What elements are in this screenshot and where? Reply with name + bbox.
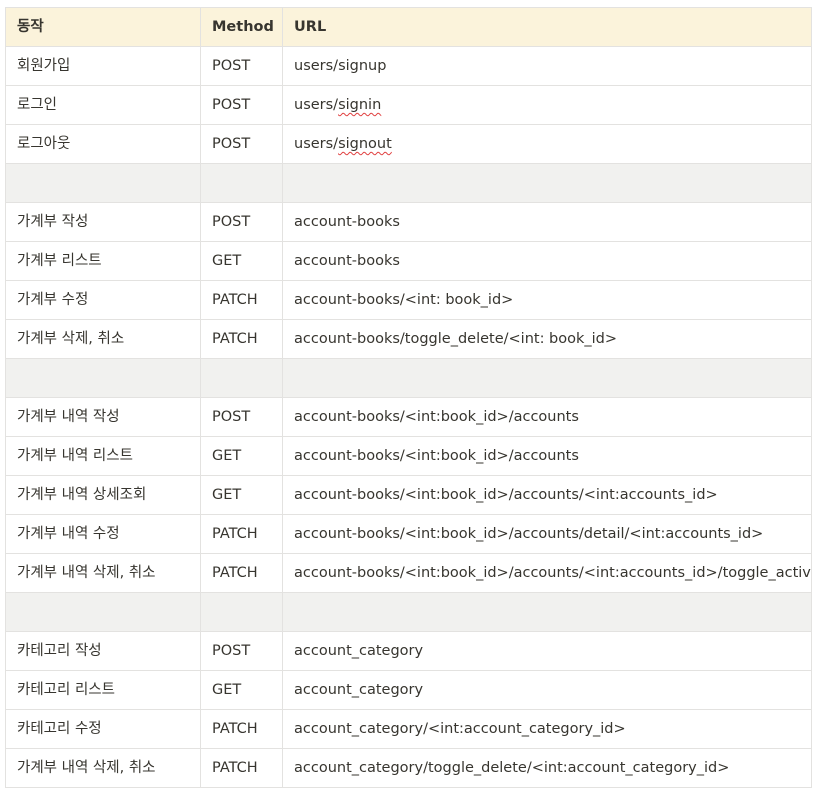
url-cell: account_category/<int:account_category_i… (282, 709, 812, 749)
table-row: 가계부 리스트 GET account-books (5, 241, 812, 281)
table-row: 가계부 내역 삭제, 취소 PATCH account_category/toggl… (5, 748, 812, 788)
action-cell: 가계부 작성 (5, 202, 201, 242)
method-cell: POST (200, 46, 283, 86)
action-cell: 가계부 리스트 (5, 241, 201, 281)
url-spellcheck-word: signin (338, 97, 382, 113)
method-cell: PATCH (200, 709, 283, 749)
action-cell: 가계부 내역 작성 (5, 397, 201, 437)
method-cell: PATCH (200, 514, 283, 554)
spacer-cell (200, 592, 283, 632)
url-cell: account_category (282, 631, 812, 671)
method-cell: POST (200, 631, 283, 671)
table-row: 카테고리 작성 POST account_category (5, 631, 812, 671)
table-row: 가계부 내역 작성 POST account-books/<int:book_id>… (5, 397, 812, 437)
url-cell: account_category (282, 670, 812, 710)
spacer-cell (5, 592, 201, 632)
spacer-row (5, 163, 812, 203)
action-cell: 로그아웃 (5, 124, 201, 164)
url-cell: account-books/<int:book_id>/accounts/<in… (282, 475, 812, 515)
method-cell: PATCH (200, 748, 283, 788)
table-row: 가계부 내역 삭제, 취소 PATCH account-books/<int:boo… (5, 553, 812, 593)
url-prefix: users/ (294, 97, 339, 113)
table-row: 카테고리 수정 PATCH account_category/<int:accoun… (5, 709, 812, 749)
header-row: 동작 Method URL (5, 7, 812, 47)
table-body: 회원가입 POST users/signup 로그인 POST users/signin 로… (5, 46, 812, 788)
method-cell: GET (200, 436, 283, 476)
action-cell: 가계부 내역 삭제, 취소 (5, 748, 201, 788)
method-cell: GET (200, 241, 283, 281)
spacer-cell (282, 163, 812, 203)
action-cell: 가계부 내역 삭제, 취소 (5, 553, 201, 593)
action-cell: 회원가입 (5, 46, 201, 86)
table-row: 로그아웃 POST users/signout (5, 124, 812, 164)
table-row: 가계부 내역 리스트 GET account-books/<int:book_id>… (5, 436, 812, 476)
url-cell: account-books (282, 241, 812, 281)
method-cell: POST (200, 202, 283, 242)
spacer-cell (200, 163, 283, 203)
url-cell: account-books/<int:book_id>/accounts (282, 397, 812, 437)
method-cell: GET (200, 670, 283, 710)
action-cell: 가계부 내역 리스트 (5, 436, 201, 476)
api-routes-table: 동작 Method URL 회원가입 POST users/signup 로그인 POS… (5, 7, 812, 788)
method-cell: POST (200, 397, 283, 437)
action-cell: 로그인 (5, 85, 201, 125)
method-cell: POST (200, 85, 283, 125)
url-cell: account-books/<int:book_id>/accounts/det… (282, 514, 812, 554)
url-cell: users/signin (282, 85, 812, 125)
action-cell: 가계부 수정 (5, 280, 201, 320)
spacer-row (5, 592, 812, 632)
spacer-cell (5, 358, 201, 398)
spacer-cell (200, 358, 283, 398)
table-row: 카테고리 리스트 GET account_category (5, 670, 812, 710)
table-row: 가계부 삭제, 취소 PATCH account-books/toggle_dele… (5, 319, 812, 359)
header-action: 동작 (5, 7, 201, 47)
spacer-row (5, 358, 812, 398)
method-cell: POST (200, 124, 283, 164)
action-cell: 카테고리 작성 (5, 631, 201, 671)
header-method: Method (200, 7, 283, 47)
method-cell: GET (200, 475, 283, 515)
table-row: 가계부 내역 수정 PATCH account-books/<int:book_id… (5, 514, 812, 554)
action-cell: 가계부 내역 수정 (5, 514, 201, 554)
method-cell: PATCH (200, 280, 283, 320)
table-row: 가계부 작성 POST account-books (5, 202, 812, 242)
method-cell: PATCH (200, 553, 283, 593)
url-cell: account_category/toggle_delete/<int:acco… (282, 748, 812, 788)
action-cell: 카테고리 수정 (5, 709, 201, 749)
url-cell: account-books/<int: book_id> (282, 280, 812, 320)
url-spellcheck-word: signout (338, 136, 392, 152)
method-cell: PATCH (200, 319, 283, 359)
header-url: URL (282, 7, 812, 47)
table-row: 회원가입 POST users/signup (5, 46, 812, 86)
action-cell: 카테고리 리스트 (5, 670, 201, 710)
url-cell: account-books/toggle_delete/<int: book_i… (282, 319, 812, 359)
url-cell: users/signup (282, 46, 812, 86)
action-cell: 가계부 내역 상세조회 (5, 475, 201, 515)
url-prefix: users/ (294, 136, 339, 152)
table-row: 가계부 내역 상세조회 GET account-books/<int:book_id… (5, 475, 812, 515)
url-cell: account-books/<int:book_id>/accounts (282, 436, 812, 476)
table-row: 로그인 POST users/signin (5, 85, 812, 125)
spacer-cell (282, 358, 812, 398)
spacer-cell (282, 592, 812, 632)
spacer-cell (5, 163, 201, 203)
url-cell: account-books/<int:book_id>/accounts/<in… (282, 553, 812, 593)
table-row: 가계부 수정 PATCH account-books/<int: book_id> (5, 280, 812, 320)
url-cell: users/signout (282, 124, 812, 164)
url-cell: account-books (282, 202, 812, 242)
action-cell: 가계부 삭제, 취소 (5, 319, 201, 359)
